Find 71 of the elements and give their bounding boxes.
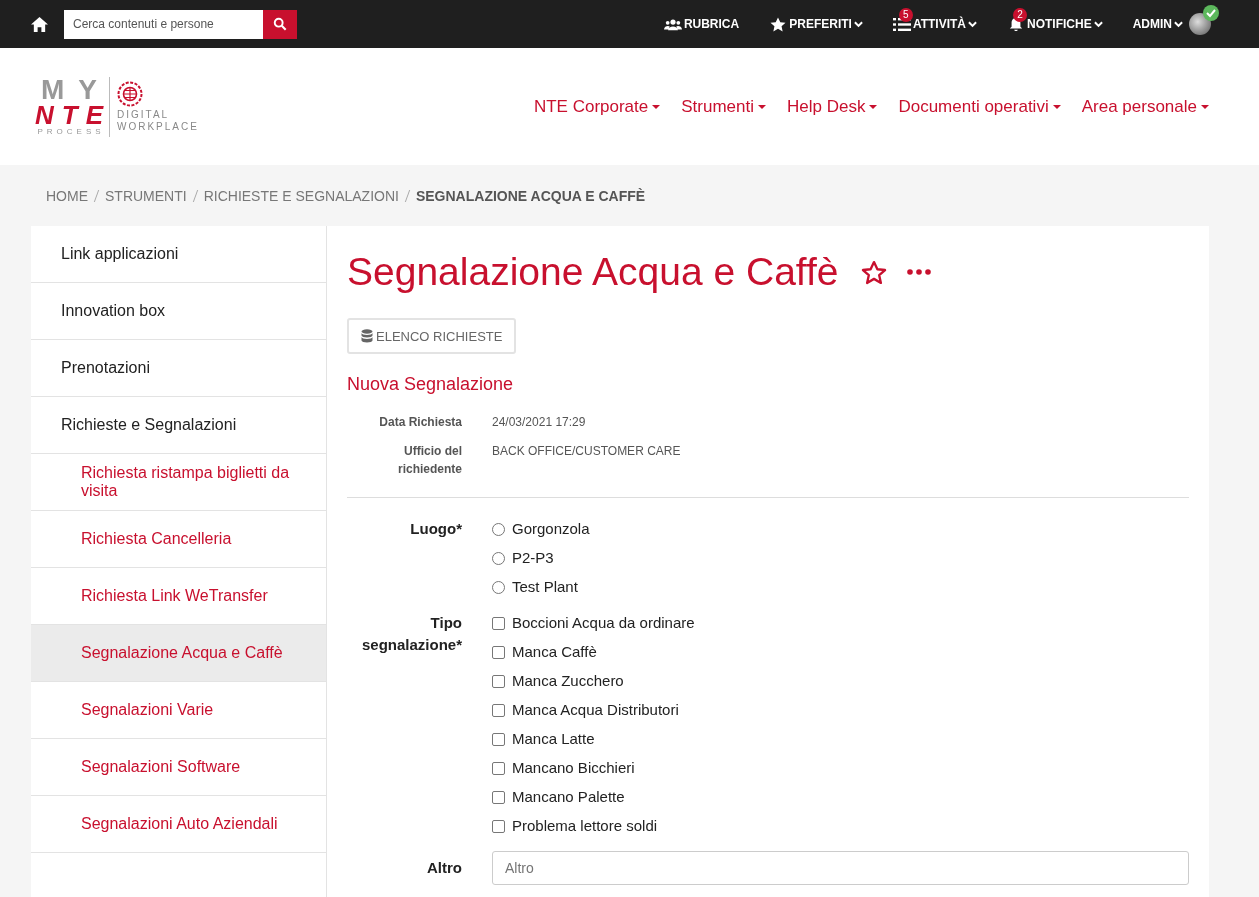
topbar-menu-link[interactable]: ATTIVITÀ xyxy=(912,17,977,31)
sidebar-item[interactable]: Segnalazioni Auto Aziendali xyxy=(31,796,326,853)
search-field[interactable]: Cerca contenuti e persone xyxy=(64,9,263,39)
checkbox[interactable] xyxy=(492,616,505,630)
option-label: Mancano Bicchieri xyxy=(512,758,635,778)
field-label: Tipo segnalazione* xyxy=(360,613,462,655)
breadcrumb-link[interactable]: STRUMENTI xyxy=(105,187,187,204)
breadcrumb-link[interactable]: RICHIESTE E SEGNALAZIONI xyxy=(203,187,399,204)
field-label: Ufficio del richiedente xyxy=(396,443,462,478)
globe-icon xyxy=(117,80,143,107)
logo-text: MY xyxy=(41,76,111,103)
option-label: P2-P3 xyxy=(512,548,554,568)
star-icon xyxy=(769,16,788,32)
home-icon[interactable] xyxy=(30,15,49,33)
sidebar-item[interactable]: Innovation box xyxy=(31,283,326,340)
logo-text: DIGITAL xyxy=(117,108,171,121)
search-button[interactable] xyxy=(263,9,297,39)
sidebar-item[interactable]: Richieste e Segnalazioni xyxy=(31,397,326,454)
count-badge: 5 xyxy=(898,7,913,22)
count-badge: 2 xyxy=(1013,7,1027,22)
star-icon[interactable] xyxy=(860,259,887,285)
page-title: Segnalazione Acqua e Caffè xyxy=(347,250,839,294)
logo-text: WORKPLACE xyxy=(117,120,199,133)
input-field[interactable]: Altro xyxy=(492,851,1189,885)
topbar-menu-link[interactable]: RUBRICA xyxy=(683,17,740,31)
sidebar-item[interactable]: Prenotazioni xyxy=(31,340,326,397)
sidebar-item[interactable]: Richiesta Cancelleria xyxy=(31,511,326,568)
nav-menu-link[interactable]: Strumenti xyxy=(681,96,766,117)
field-label: Altro xyxy=(426,858,462,878)
field-label: Data Richiesta xyxy=(378,414,462,431)
option-label: Manca Latte xyxy=(512,729,595,749)
database-icon xyxy=(361,329,373,343)
list-requests-button[interactable]: ELENCO RICHIESTE xyxy=(347,318,517,354)
option-label: Manca Caffè xyxy=(512,642,597,662)
search-icon xyxy=(273,17,287,31)
option-label: Boccioni Acqua da ordinare xyxy=(512,613,695,633)
section-title: Nuova Segnalazione xyxy=(347,374,515,395)
checkbox[interactable] xyxy=(492,761,505,775)
nav-menu-link[interactable]: Area personale xyxy=(1081,96,1209,117)
option-label: Gorgonzola xyxy=(512,519,590,539)
option-label: Mancano Palette xyxy=(512,787,625,807)
nav-menu-link[interactable]: Documenti operativi xyxy=(898,96,1061,117)
sidebar-item[interactable]: Segnalazioni Varie xyxy=(31,682,326,739)
sidebar-item[interactable]: Segnalazioni Software xyxy=(31,739,326,796)
nav-menu-link[interactable]: NTE Corporate xyxy=(533,96,661,117)
checkbox[interactable] xyxy=(492,819,505,833)
topbar-menu-link[interactable]: PREFERITI xyxy=(789,17,863,31)
more-icon[interactable] xyxy=(906,269,931,275)
sidebar-item[interactable]: Segnalazione Acqua e Caffè xyxy=(31,625,326,682)
field-value: BACK OFFICE/CUSTOMER CARE xyxy=(492,443,681,460)
logo-text: PROCESS xyxy=(37,126,105,137)
field-value: 24/03/2021 17:29 xyxy=(492,414,586,431)
checkbox[interactable] xyxy=(492,790,505,804)
checkbox[interactable] xyxy=(492,732,505,746)
nav-menu-link[interactable]: Help Desk xyxy=(787,96,878,117)
sidebar-item[interactable]: Richiesta ristampa biglietti da visita xyxy=(31,454,326,511)
people-icon xyxy=(663,16,682,32)
topbar-menu-link[interactable]: ADMIN xyxy=(1132,17,1183,31)
sidebar-item[interactable]: Link applicazioni xyxy=(31,226,326,283)
option-label: Manca Zucchero xyxy=(512,671,624,691)
breadcrumb-link[interactable]: HOME xyxy=(46,187,88,204)
option-label: Manca Acqua Distributori xyxy=(512,700,679,720)
checkbox[interactable] xyxy=(492,703,505,717)
option-label: Problema lettore soldi xyxy=(512,816,658,836)
checkbox[interactable] xyxy=(492,645,505,659)
topbar-menu-link[interactable]: NOTIFICHE xyxy=(1027,17,1103,31)
checkbox[interactable] xyxy=(492,674,505,688)
option-label: Test Plant xyxy=(512,577,578,597)
logo-text: NTE xyxy=(35,102,111,127)
current-page-label: SEGNALAZIONE ACQUA E CAFFÈ xyxy=(415,187,646,204)
field-label: Luogo* xyxy=(409,519,462,539)
